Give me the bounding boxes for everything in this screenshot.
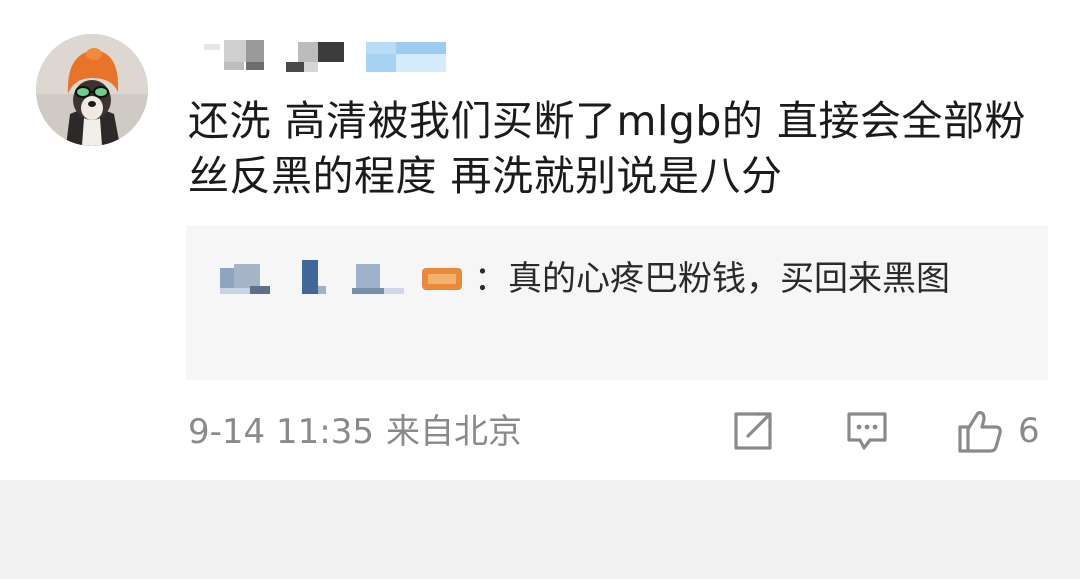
reply-button[interactable] [844,404,896,458]
mosaic-blur [204,40,446,72]
share-icon [734,412,772,450]
username-obscured[interactable] [186,34,456,78]
quoted-reply[interactable]: ：真的心疼巴粉钱，买回来黑图 [186,226,1048,380]
bottom-divider-area [0,480,1080,579]
comment-text: 还洗 高清被我们买断了mlgb的 直接会全部粉丝反黑的程度 再洗就别说是八分 [188,97,1026,200]
comment-icon [847,412,887,450]
thumbs-up-icon [958,411,1002,453]
quoted-reply-username-obscured[interactable] [216,256,466,298]
comment-location: 来自北京 [385,412,522,452]
share-button[interactable] [730,404,782,458]
comment-time: 9-14 11:35 [188,412,374,452]
comment-card: 还洗 高清被我们买断了mlgb的 直接会全部粉丝反黑的程度 再洗就别说是八分 ：… [0,0,1080,579]
avatar[interactable] [36,34,148,146]
comment-meta: 9-14 11:35 来自北京 [188,410,522,454]
like-button[interactable]: 6 [956,404,1056,458]
mosaic-blur [220,260,462,294]
like-count: 6 [1018,411,1040,451]
dog-avatar-image [36,34,148,146]
